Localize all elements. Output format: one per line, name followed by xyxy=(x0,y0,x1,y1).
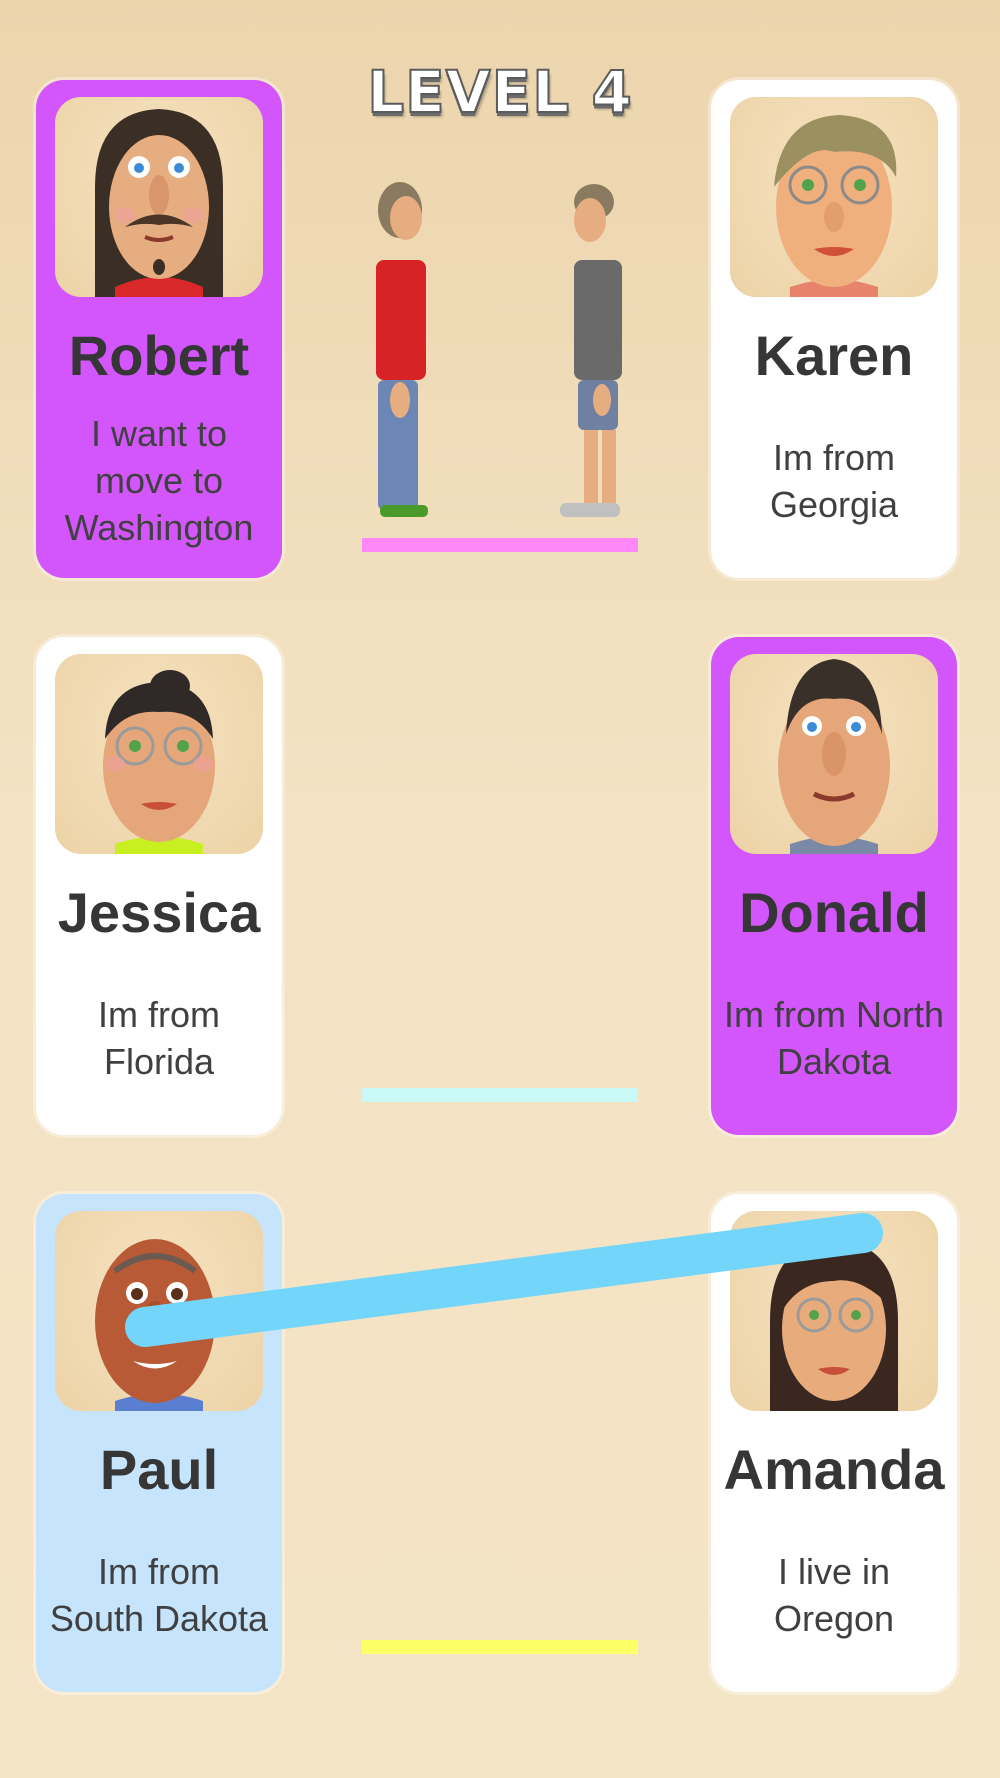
card-name: Robert xyxy=(68,324,250,387)
card-name: Karen xyxy=(754,324,914,387)
card-karen[interactable]: Karen Im from Georgia xyxy=(711,80,957,578)
card-name: Donald xyxy=(739,881,929,944)
card-donald[interactable]: Donald Im from North Dakota xyxy=(711,637,957,1135)
card-amanda[interactable]: Amanda I live in Oregon xyxy=(711,1194,957,1692)
bald-man-avatar xyxy=(55,1211,263,1411)
card-description: Im from Georgia xyxy=(769,437,899,525)
card-description: I live in Oregon xyxy=(773,1551,895,1639)
glasses-woman-dark-hair-avatar xyxy=(730,1211,938,1411)
card-description: Im from South Dakota xyxy=(49,1551,269,1639)
card-robert[interactable]: Robert I want to move to Washington xyxy=(36,80,282,578)
card-jessica[interactable]: Jessica Im from Florida xyxy=(36,637,282,1135)
match-slot-1-line xyxy=(362,538,638,552)
slick-hair-man-avatar xyxy=(730,654,938,854)
glasses-woman-avatar xyxy=(730,97,938,297)
card-paul[interactable]: Paul Im from South Dakota xyxy=(36,1194,282,1692)
card-name: Amanda xyxy=(723,1438,945,1501)
card-description: Im from Florida xyxy=(98,994,220,1082)
match-slot-3-line xyxy=(362,1640,638,1654)
glasses-woman-bun-avatar xyxy=(55,654,263,854)
long-hair-mustache-man-avatar xyxy=(55,97,263,297)
card-description: I want to move to Washington xyxy=(64,413,254,548)
match-slot-2-line xyxy=(362,1088,638,1102)
card-name: Jessica xyxy=(57,881,261,944)
two-characters-facing-icon xyxy=(376,182,622,517)
card-description: Im from North Dakota xyxy=(723,994,945,1082)
card-name: Paul xyxy=(99,1438,219,1501)
match-slot-1-characters xyxy=(340,180,660,540)
